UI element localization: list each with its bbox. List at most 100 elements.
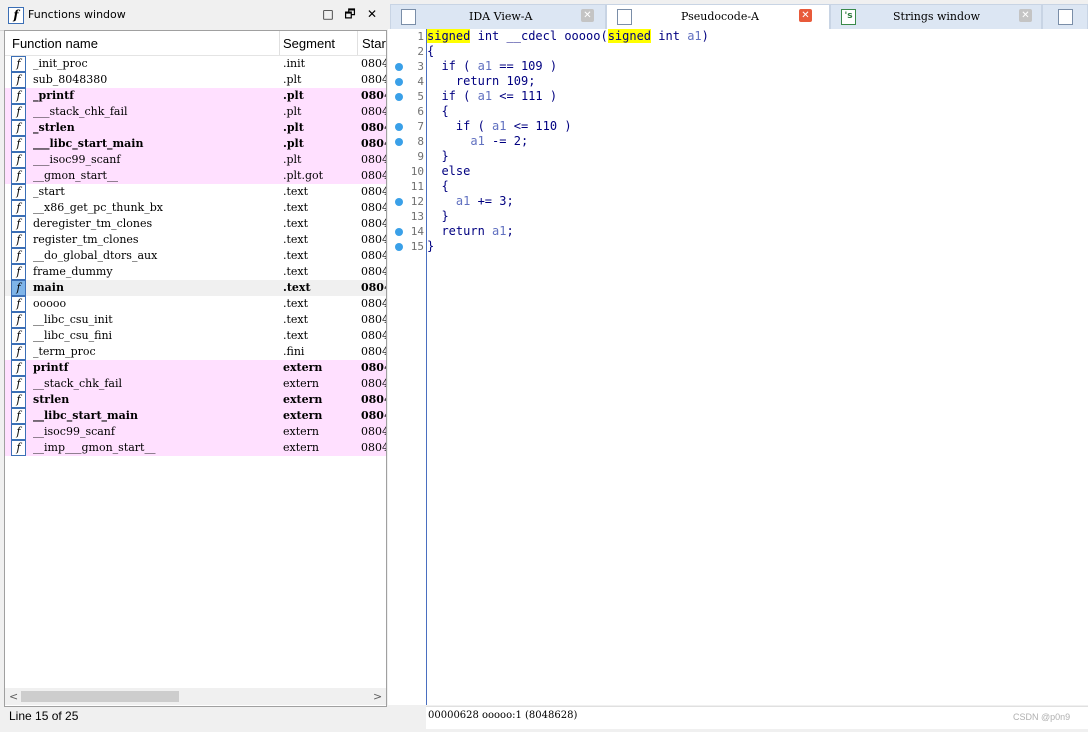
breakpoint-dot-icon[interactable] [395,243,403,251]
close-icon[interactable]: ✕ [799,9,812,22]
function-row[interactable]: f _start .text 0804 [5,184,386,200]
scroll-left-icon[interactable]: < [9,690,18,703]
function-icon: f [11,168,26,184]
breakpoint-dot-icon[interactable] [395,78,403,86]
function-segment: .plt [283,89,304,102]
horizontal-scrollbar[interactable]: < > [5,688,386,705]
scroll-right-icon[interactable]: > [373,690,382,703]
function-row[interactable]: f _strlen .plt 0804 [5,120,386,136]
function-name: __imp___gmon_start__ [33,441,156,454]
functions-rows: f _init_proc .init 0804 f sub_8048380 .plt 0804… [5,56,386,456]
function-row[interactable]: f ___isoc99_scanf .plt 0804 [5,152,386,168]
function-icon: f [11,136,26,152]
breakpoint-dot-icon[interactable] [395,63,403,71]
function-start: 0804 [361,89,386,102]
column-function-name[interactable]: Function name [12,36,98,51]
close-icon[interactable]: ✕ [581,9,594,22]
column-start[interactable]: Start [362,36,386,51]
restore-icon[interactable]: 🗗 [343,7,357,21]
function-row[interactable]: f __gmon_start__ .plt.got 0804 [5,168,386,184]
maximize-icon[interactable]: □ [321,7,335,21]
tab-bar: IDA View-A ✕ Pseudocode-A ✕ 's Strings w… [390,4,1088,30]
code-line[interactable]: return 109; [427,74,536,88]
close-icon[interactable]: ✕ [365,7,379,21]
breakpoint-dot-icon[interactable] [395,198,403,206]
function-row[interactable]: f ___libc_start_main .plt 0804 [5,136,386,152]
function-row[interactable]: f ___stack_chk_fail .plt 0804 [5,104,386,120]
function-row[interactable]: f __x86_get_pc_thunk_bx .text 0804 [5,200,386,216]
code-line[interactable]: } [427,149,448,163]
function-start: 0804 [361,153,386,166]
code-line[interactable]: if ( a1 <= 110 ) [427,119,572,133]
tab-ida-view[interactable]: IDA View-A ✕ [390,4,606,30]
function-start: 0804 [361,169,386,182]
function-name: sub_8048380 [33,73,108,86]
function-row[interactable]: f __isoc99_scanf extern 0804 [5,424,386,440]
function-start: 0804 [361,297,386,310]
function-name: printf [33,361,69,374]
function-row[interactable]: f _term_proc .fini 0804 [5,344,386,360]
code-line[interactable]: signed int __cdecl ooooo(signed int a1) [427,29,709,43]
column-divider[interactable] [357,31,358,55]
tab-extra[interactable] [1042,4,1088,30]
functions-window-title: Functions window [28,8,126,21]
code-line[interactable]: if ( a1 <= 111 ) [427,89,557,103]
breakpoint-dot-icon[interactable] [395,138,403,146]
function-segment: .init [283,57,306,70]
tab-pseudocode[interactable]: Pseudocode-A ✕ [606,4,830,30]
function-row[interactable]: f __libc_csu_fini .text 0804 [5,328,386,344]
function-icon: f [11,312,26,328]
function-row[interactable]: f __stack_chk_fail extern 0804 [5,376,386,392]
function-row[interactable]: f __libc_csu_init .text 0804 [5,312,386,328]
function-row[interactable]: fprintf extern 0804 [5,360,386,376]
column-divider[interactable] [279,31,280,55]
function-row[interactable]: f frame_dummy .text 0804 [5,264,386,280]
function-row[interactable]: f __libc_start_main extern 0804 [5,408,386,424]
function-row[interactable]: f __do_global_dtors_aux .text 0804 [5,248,386,264]
function-segment: .text [283,233,309,246]
function-row[interactable]: fstrlen extern 0804 [5,392,386,408]
code-line[interactable]: } [427,209,448,223]
status-address: 00000628 [428,710,479,721]
function-row[interactable]: f deregister_tm_clones .text 0804 [5,216,386,232]
code-line[interactable]: { [427,44,434,58]
tab-strings[interactable]: 's Strings window ✕ [830,4,1042,30]
code-line[interactable]: if ( a1 == 109 ) [427,59,557,73]
function-row[interactable]: f _printf .plt 0804 [5,88,386,104]
code-line[interactable]: a1 -= 2; [427,134,528,148]
code-line[interactable]: else [427,164,470,178]
function-row[interactable]: f _init_proc .init 0804 [5,56,386,72]
functions-status: Line 15 of 25 [9,709,79,723]
line-number: 12 [410,195,424,208]
function-start: 0804 [361,73,386,86]
functions-list[interactable]: Function name Segment Start f _init_proc.… [4,30,387,707]
function-row[interactable]: fooooo .text 0804 [5,296,386,312]
code-line[interactable]: return a1; [427,224,513,238]
code-line[interactable]: } [427,239,434,253]
functions-window-titlebar[interactable]: f Functions window □ 🗗 ✕ [0,0,386,31]
breakpoint-dot-icon[interactable] [395,123,403,131]
functions-window: f Functions window □ 🗗 ✕ Function name S… [0,0,387,732]
functions-list-header: Function name Segment Start [5,31,386,56]
function-row[interactable]: fmain .text 0804 [5,280,386,296]
function-name: __isoc99_scanf [33,425,115,438]
close-icon[interactable]: ✕ [1019,9,1032,22]
function-row[interactable]: f sub_8048380 .plt 0804 [5,72,386,88]
code-line[interactable]: { [427,179,448,193]
scrollbar-thumb[interactable] [21,691,179,702]
function-start: 0804 [361,121,386,134]
breakpoint-dot-icon[interactable] [395,93,403,101]
code-line[interactable]: { [427,104,448,118]
breakpoint-dot-icon[interactable] [395,228,403,236]
function-row[interactable]: f register_tm_clones .text 0804 [5,232,386,248]
function-icon: f [11,440,26,456]
pseudocode-view[interactable]: 1 2 3 4 5 6 7 8 9 10 11 12 13 14 15 signed int __cdecl… [388,29,1088,705]
column-segment[interactable]: Segment [283,36,335,51]
line-number: 9 [417,150,424,163]
function-row[interactable]: f __imp___gmon_start__ extern 0804 [5,440,386,456]
code-line[interactable]: a1 += 3; [427,194,514,208]
watermark: CSDN @p0n9 [1013,712,1071,722]
function-icon: f [11,264,26,280]
line-number: 4 [417,75,424,88]
ida-view-icon [401,9,416,25]
